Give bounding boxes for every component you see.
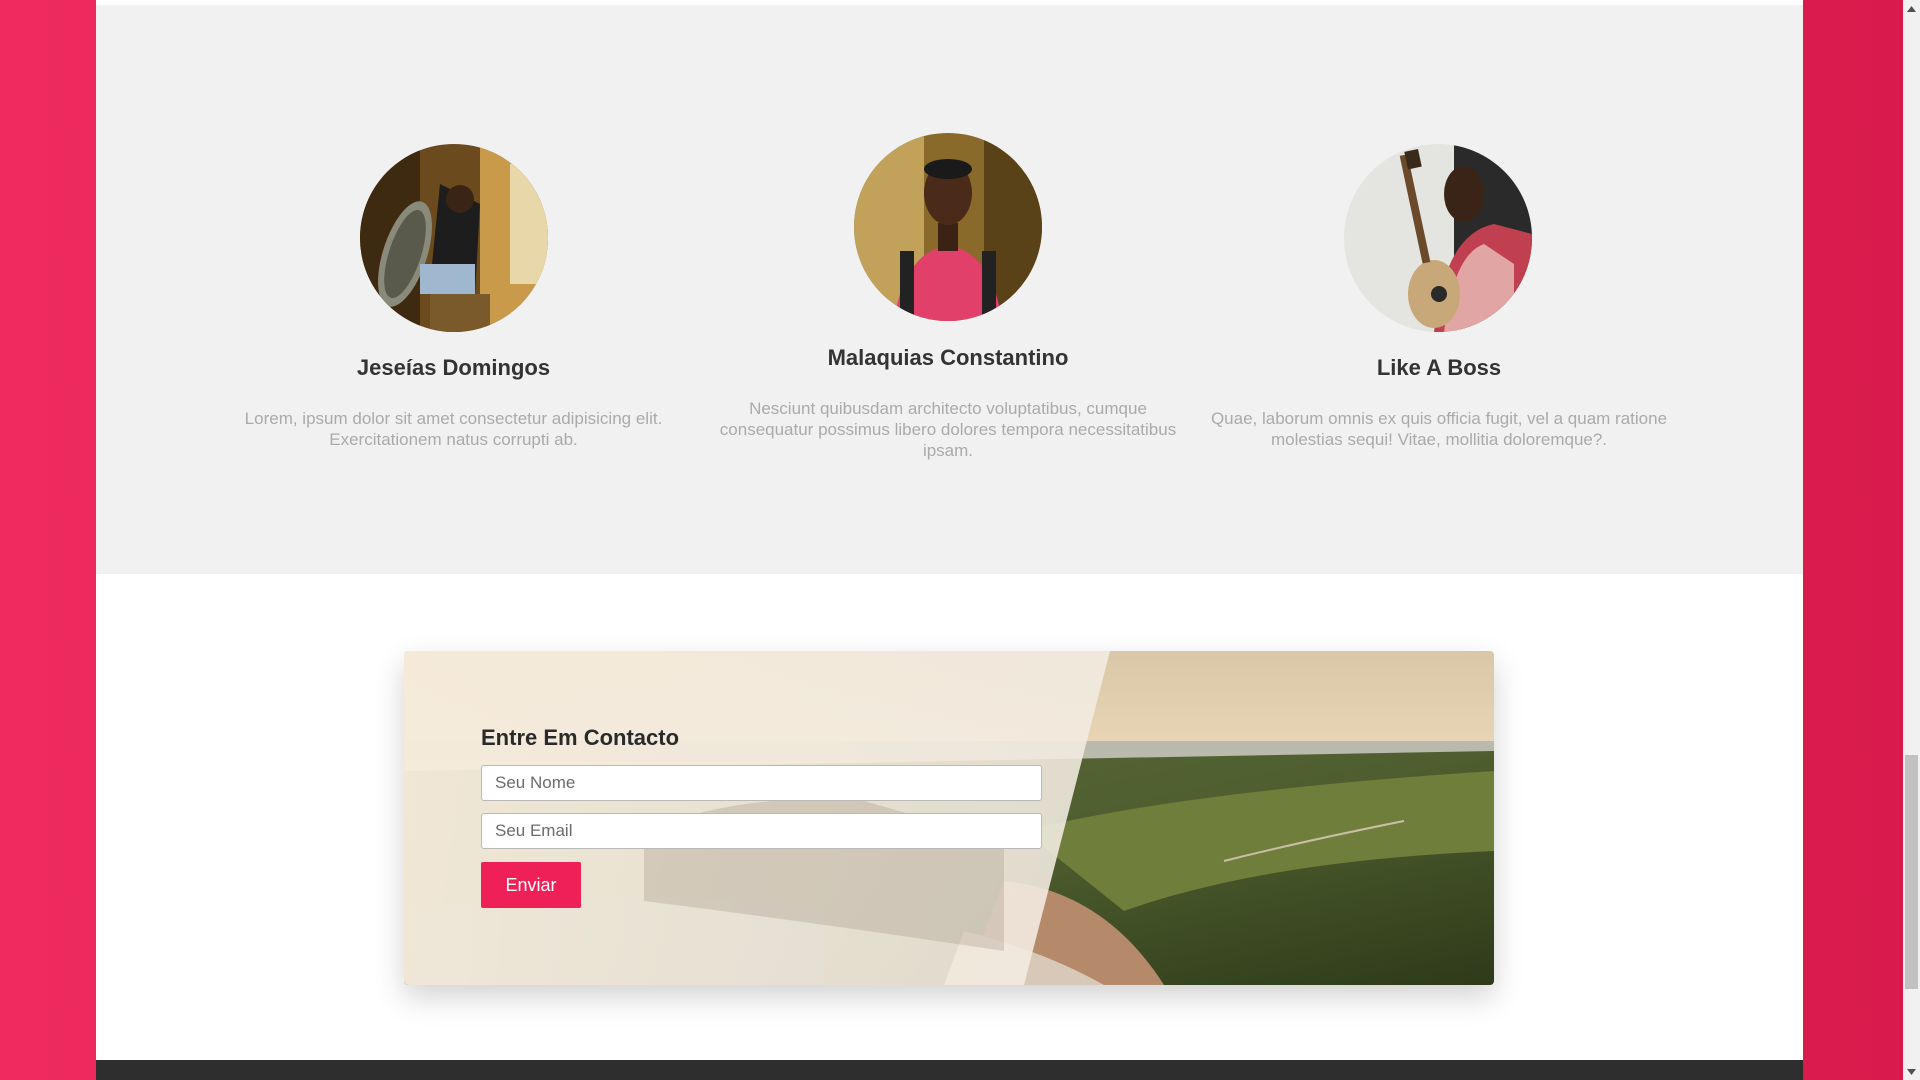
member-photo-1 [360,144,548,332]
footer [96,1060,1803,1080]
member-photo-2 [854,133,1042,321]
page-scrollbar[interactable] [1903,0,1920,1080]
member-description-3: Quae, laborum omnis ex quis officia fugi… [1210,409,1668,449]
team-member-2: Malaquias Constantino Nesciunt quibusdam… [708,5,1188,475]
send-button[interactable]: Enviar [481,862,581,908]
scrollbar-thumb[interactable] [1905,755,1918,989]
member-name-3: Like A Boss [1376,355,1502,380]
team-member-3: Like A Boss Quae, laborum omnis ex quis … [1204,5,1674,475]
email-input[interactable] [481,813,1042,849]
contact-title: Entre Em Contacto [481,725,680,750]
chevron-up-icon[interactable] [1903,0,1920,17]
member-name-2: Malaquias Constantino [827,345,1069,370]
member-photo-3 [1344,144,1532,332]
member-description-2: Nesciunt quibusdam architecto voluptatib… [719,399,1177,460]
name-input[interactable] [481,765,1042,801]
chevron-down-icon[interactable] [1903,1063,1920,1080]
team-member-1: Jeseías Domingos Lorem, ipsum dolor sit … [236,5,671,475]
member-name-1: Jeseías Domingos [356,355,551,380]
member-description-1: Lorem, ipsum dolor sit amet consectetur … [244,409,663,449]
team-section: Jeseías Domingos Lorem, ipsum dolor sit … [96,5,1803,574]
page-container: Jeseías Domingos Lorem, ipsum dolor sit … [96,0,1803,1080]
contact-card: Entre Em Contacto Enviar [404,651,1494,985]
